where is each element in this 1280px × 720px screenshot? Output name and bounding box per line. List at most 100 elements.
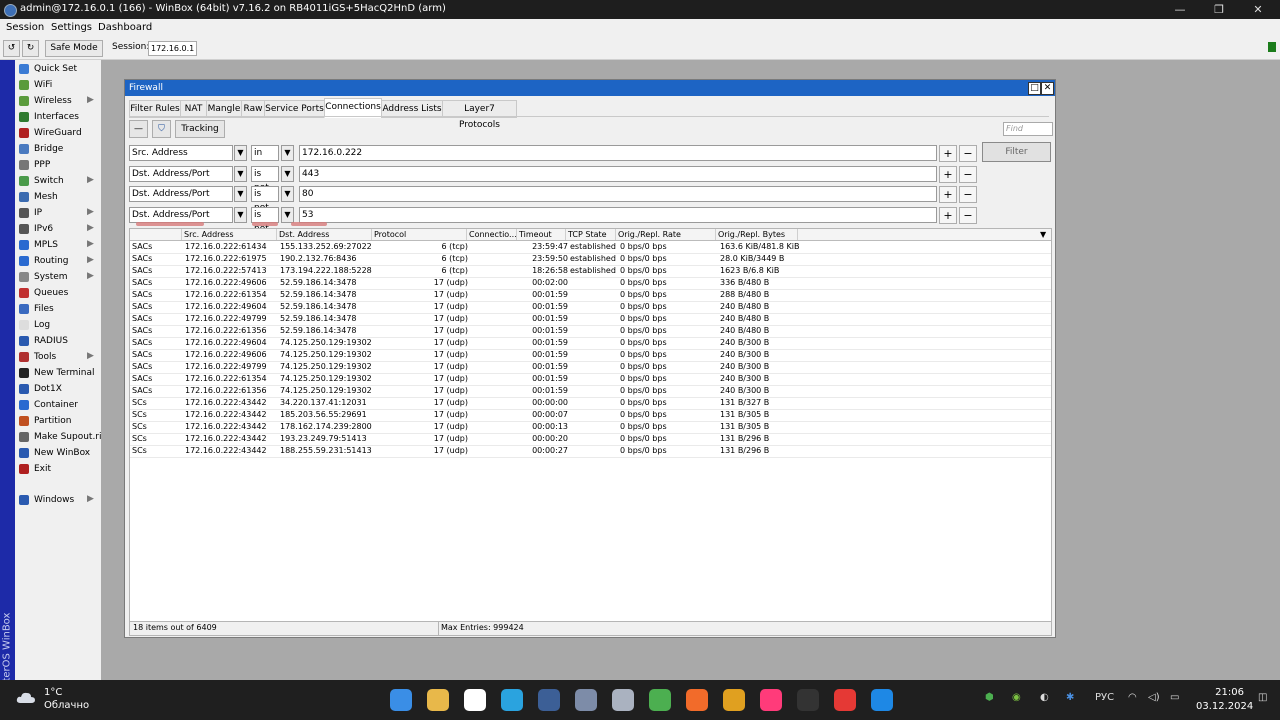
filter-operator-select[interactable]: is not	[251, 206, 279, 234]
column-header[interactable]: Orig./Repl. Rate	[616, 229, 716, 240]
dropdown-arrow-icon[interactable]: ▼	[234, 165, 247, 182]
redo-button[interactable]: ↻	[22, 40, 39, 57]
sidebar-item-wifi[interactable]: WiFi	[15, 77, 101, 93]
column-header[interactable]: Timeout	[517, 229, 566, 240]
clock-time[interactable]: 21:06	[1196, 687, 1244, 698]
remove-filter-icon[interactable]: —	[129, 120, 148, 138]
wifi-status-icon[interactable]: ◠	[1128, 692, 1137, 703]
app-icon[interactable]	[686, 689, 708, 711]
sidebar-item-exit[interactable]: Exit	[15, 461, 101, 477]
add-filter-button[interactable]: +	[939, 206, 957, 224]
app-icon[interactable]	[575, 689, 597, 711]
column-menu-icon[interactable]: ▼	[1040, 230, 1046, 239]
sidebar-item-quick-set[interactable]: Quick Set	[15, 61, 101, 77]
dropdown-arrow-icon[interactable]: ▼	[234, 145, 247, 161]
sidebar-item-container[interactable]: Container	[15, 397, 101, 413]
remove-filter-button[interactable]: −	[959, 145, 977, 162]
restore-button[interactable]: ❐	[1207, 2, 1231, 17]
dropdown-arrow-icon[interactable]: ▼	[234, 206, 247, 223]
dropdown-arrow-icon[interactable]: ▼	[234, 186, 247, 202]
firewall-title-bar[interactable]: Firewall □ ✕	[125, 80, 1055, 96]
dropdown-arrow-icon[interactable]: ▼	[281, 165, 294, 182]
remove-filter-button[interactable]: −	[959, 206, 977, 224]
filter-icon[interactable]: ⛉	[152, 120, 171, 138]
sidebar-item-queues[interactable]: Queues	[15, 285, 101, 301]
sidebar-item-ppp[interactable]: PPP	[15, 157, 101, 173]
jetbrains-icon[interactable]	[760, 689, 782, 711]
app-icon[interactable]	[723, 689, 745, 711]
safe-mode-button[interactable]: Safe Mode	[45, 40, 103, 57]
menu-settings[interactable]: Settings	[51, 22, 92, 33]
dropdown-arrow-icon[interactable]: ▼	[281, 145, 294, 161]
clock-date[interactable]: 03.12.2024	[1196, 701, 1253, 712]
sidebar-item-make-supout-rif[interactable]: Make Supout.rif	[15, 429, 105, 445]
sidebar-item-mpls[interactable]: MPLS ▶	[15, 237, 101, 253]
close-button[interactable]: ✕	[1246, 2, 1270, 17]
start-icon[interactable]	[390, 689, 412, 711]
filter-value-input[interactable]: 172.16.0.222	[299, 145, 937, 161]
sidebar-item-switch[interactable]: Switch ▶	[15, 173, 101, 189]
bluetooth-icon[interactable]: ✱	[1066, 692, 1074, 703]
column-header[interactable]: Dst. Address	[277, 229, 372, 240]
sidebar-item-partition[interactable]: Partition	[15, 413, 101, 429]
filter-field-select[interactable]: Dst. Address/Port	[129, 186, 233, 202]
filter-operator-select[interactable]: is not	[251, 165, 279, 193]
sidebar-item-new-terminal[interactable]: New Terminal	[15, 365, 101, 381]
terminal-taskbar-icon[interactable]	[797, 689, 819, 711]
filter-value-input[interactable]: 80	[299, 186, 937, 202]
volume-icon[interactable]: ◁)	[1148, 692, 1160, 703]
sidebar-item-wireguard[interactable]: WireGuard	[15, 125, 101, 141]
sidebar-item-mesh[interactable]: Mesh	[15, 189, 101, 205]
language-indicator[interactable]: РУС	[1095, 692, 1114, 703]
menu-dashboard[interactable]: Dashboard	[98, 22, 152, 33]
add-filter-button[interactable]: +	[939, 165, 957, 183]
dropdown-arrow-icon[interactable]: ▼	[281, 206, 294, 223]
explorer-icon[interactable]	[427, 689, 449, 711]
sidebar-item-wireless[interactable]: Wireless ▶	[15, 93, 101, 109]
sidebar-item-bridge[interactable]: Bridge	[15, 141, 101, 157]
sidebar-item-routing[interactable]: Routing ▶	[15, 253, 101, 269]
sidebar-item-dot1x[interactable]: Dot1X	[15, 381, 101, 397]
notifications-icon[interactable]: ◫	[1258, 692, 1267, 703]
filter-operator-select[interactable]: is not	[251, 186, 279, 213]
find-input[interactable]: Find	[1003, 122, 1053, 136]
filter-button[interactable]: Filter	[982, 142, 1051, 162]
menu-session[interactable]: Session	[6, 22, 44, 33]
filter-field-select[interactable]: Dst. Address/Port	[129, 206, 233, 223]
column-header[interactable]	[130, 229, 182, 240]
sidebar-item-ipv6[interactable]: IPv6 ▶	[15, 221, 101, 237]
app-icon[interactable]	[612, 689, 634, 711]
winbox-taskbar-icon[interactable]	[538, 689, 560, 711]
filter-value-input[interactable]: 443	[299, 165, 937, 182]
notepad-icon[interactable]	[649, 689, 671, 711]
filter-field-select[interactable]: Src. Address	[129, 145, 233, 161]
sidebar-item-windows[interactable]: Windows ▶	[15, 492, 101, 508]
app-icon[interactable]	[834, 689, 856, 711]
undo-button[interactable]: ↺	[3, 40, 20, 57]
sidebar-item-ip[interactable]: IP ▶	[15, 205, 101, 221]
sidebar-item-log[interactable]: Log	[15, 317, 101, 333]
yandex-browser-icon[interactable]	[464, 689, 486, 711]
column-header[interactable]: Src. Address	[182, 229, 277, 240]
telegram-icon[interactable]	[501, 689, 523, 711]
maximize-icon[interactable]: □	[1028, 82, 1041, 95]
minimize-button[interactable]: —	[1168, 2, 1192, 17]
column-header[interactable]: Connectio...	[467, 229, 517, 240]
column-header[interactable]: TCP State	[566, 229, 616, 240]
remove-filter-button[interactable]: −	[959, 165, 977, 183]
nvidia-icon[interactable]: ◉	[1012, 692, 1021, 703]
table-row[interactable]: SCs 172.16.0.222:43442 188.255.59.231:5141…	[130, 445, 1051, 458]
sidebar-item-tools[interactable]: Tools ▶	[15, 349, 101, 365]
tracking-button[interactable]: Tracking	[175, 120, 225, 138]
filter-field-select[interactable]: Dst. Address/Port	[129, 165, 233, 182]
dropdown-arrow-icon[interactable]: ▼	[281, 186, 294, 202]
remove-filter-button[interactable]: −	[959, 186, 977, 203]
close-icon[interactable]: ✕	[1041, 82, 1054, 95]
add-filter-button[interactable]: +	[939, 145, 957, 162]
sidebar-item-files[interactable]: Files	[15, 301, 101, 317]
column-header[interactable]: Protocol	[372, 229, 467, 240]
sidebar-item-radius[interactable]: RADIUS	[15, 333, 101, 349]
kaspersky-icon[interactable]: ⬢	[985, 692, 994, 703]
filter-operator-select[interactable]: in	[251, 145, 279, 161]
network-tray-icon[interactable]: ◐	[1040, 692, 1049, 703]
